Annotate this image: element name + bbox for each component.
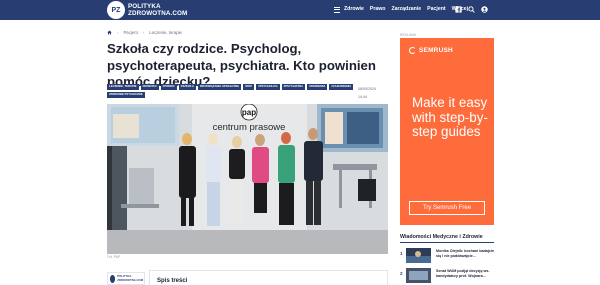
- news-section-heading: Wiadomości Medyczne i Zdrowie: [400, 234, 483, 240]
- breadcrumb-separator: ›: [142, 30, 145, 35]
- nav-item-zdrowie[interactable]: Zdrowie: [344, 5, 364, 14]
- breadcrumb: › Pacjent › Leczenie, terapie: [107, 30, 182, 35]
- tag-pomoc[interactable]: #POMOC: [160, 84, 177, 90]
- article-date-time: 14:44: [358, 94, 367, 99]
- toc-logo-badge: [110, 274, 116, 283]
- tag-zaburzenia[interactable]: #ZABURZENIA: [329, 84, 354, 90]
- breadcrumb-item-pacjent[interactable]: Pacjent: [123, 30, 137, 35]
- breadcrumb-separator: ›: [117, 30, 119, 35]
- home-icon[interactable]: [107, 30, 112, 35]
- tag-psychiatra[interactable]: #PSYCHIATRA: [281, 84, 306, 90]
- news-item[interactable]: 1 Monika Olejnik: kochani badajcie się i…: [400, 248, 494, 265]
- tag-rozwiazania-spoleczne[interactable]: #ROZWIĄZANIA SPOŁECZNE: [197, 84, 242, 90]
- article-date: 08/05/2024 14:44: [358, 86, 386, 101]
- toc-logo: POLITYKA ZDROWOTNA.COM: [107, 272, 145, 285]
- ad-headline: Make it easy with step-by-step guides: [412, 95, 488, 140]
- photo-sign-pap: pap: [242, 108, 256, 117]
- news-thumbnail[interactable]: [406, 248, 431, 263]
- ad-cta-button[interactable]: Try Semrush Free: [409, 201, 485, 215]
- photo-caption: Fot. PAP: [107, 255, 121, 259]
- article-tags: LECZENIE, TERAPIE #DZIECKO #POMOC #SZKOŁ…: [107, 84, 365, 98]
- facebook-icon[interactable]: [455, 6, 462, 13]
- news-item-number: 2: [400, 271, 403, 276]
- news-item[interactable]: 2 Senat WUM podjął decyzję ws. kandydatu…: [400, 268, 494, 285]
- semrush-logo-icon: [409, 47, 416, 54]
- toc-label: Spis treści: [157, 278, 188, 284]
- news-divider: [400, 242, 494, 243]
- main-nav: Zdrowie Prawo Zarządzanie Pacjent Więcej: [334, 5, 474, 14]
- top-navigation-bar: PZ POLITYKA ZDROWOTNA.COM Zdrowie Prawo …: [0, 0, 600, 20]
- tag-szkola[interactable]: #SZKOŁA: [178, 84, 196, 90]
- site-logo[interactable]: PZ POLITYKA ZDROWOTNA.COM: [107, 1, 187, 19]
- ad-brand-text: SEMRUSH: [419, 47, 453, 54]
- nav-item-prawo[interactable]: Prawo: [370, 5, 386, 14]
- header-icons: [455, 6, 494, 13]
- breadcrumb-item-leczenie[interactable]: Leczenie, terapie: [149, 30, 182, 35]
- logo-badge: PZ: [107, 1, 125, 19]
- news-item-text[interactable]: Monika Olejnik: kochani badajcie się i n…: [436, 249, 494, 258]
- table-of-contents[interactable]: Spis treści: [149, 270, 388, 285]
- tag-pap[interactable]: #PAP: [243, 84, 255, 90]
- tag-zdrowie-psychiczne[interactable]: #ZDROWIE PSYCHICZNE: [107, 91, 145, 98]
- logo-line-1: POLITYKA: [128, 3, 161, 10]
- ad-cta-area: Try Semrush Free: [400, 194, 494, 225]
- article-photo: pap centrum prasowe: [107, 104, 388, 254]
- ad-brand: SEMRUSH: [409, 47, 453, 54]
- nav-item-pacjent[interactable]: Pacjent: [427, 5, 445, 14]
- news-item-number: 1: [400, 251, 403, 256]
- photo-sign-centrum: centrum prasowe: [213, 122, 286, 133]
- press-conference-photo: pap centrum prasowe: [107, 104, 388, 254]
- search-icon[interactable]: [468, 6, 475, 13]
- tag-pandemia[interactable]: #PANDEMIA: [307, 84, 328, 90]
- logo-line-2: ZDROWOTNA.COM: [128, 10, 188, 17]
- nav-item-zarzadzanie[interactable]: Zarządzanie: [391, 5, 421, 14]
- tag-leczenie-terapie[interactable]: LECZENIE, TERAPIE: [107, 84, 139, 90]
- menu-icon[interactable]: [334, 6, 340, 13]
- toc-logo-text: POLITYKA ZDROWOTNA.COM: [117, 274, 144, 282]
- news-item-text[interactable]: Senat WUM podjął decyzję ws. kandydatury…: [436, 269, 494, 278]
- article-date-day: 08/05/2024: [358, 87, 376, 91]
- user-icon[interactable]: [481, 6, 488, 13]
- tag-psycholog[interactable]: #PSYCHOLOG: [256, 84, 280, 90]
- news-thumbnail[interactable]: [406, 268, 431, 283]
- tag-dziecko[interactable]: #DZIECKO: [140, 84, 159, 90]
- ad-label: REKLAMA: [400, 33, 417, 37]
- logo-wordmark: POLITYKA ZDROWOTNA.COM: [128, 3, 187, 17]
